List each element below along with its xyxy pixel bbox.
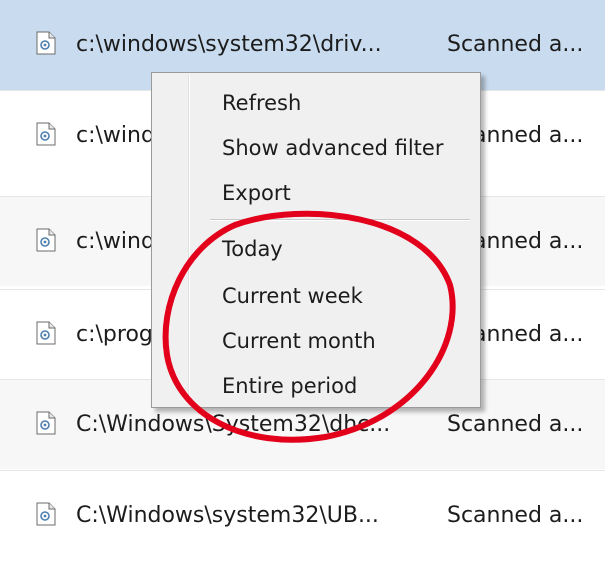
- annotation-highlight-circle: [162, 210, 456, 443]
- document-file-icon: [36, 502, 56, 526]
- scan-status: Scanned a...: [447, 503, 584, 528]
- menu-item-refresh[interactable]: Refresh: [222, 81, 301, 125]
- document-file-icon: [36, 321, 56, 345]
- document-file-icon: [36, 228, 56, 252]
- menu-item-show-advanced-filter[interactable]: Show advanced filter: [222, 126, 443, 170]
- file-path: C:\Windows\system32\UB...: [76, 503, 379, 528]
- document-file-icon: [36, 411, 56, 435]
- document-file-icon: [36, 31, 56, 55]
- table-row[interactable]: C:\Windows\system32\UB... Scanned a...: [0, 470, 605, 560]
- document-file-icon: [36, 122, 56, 146]
